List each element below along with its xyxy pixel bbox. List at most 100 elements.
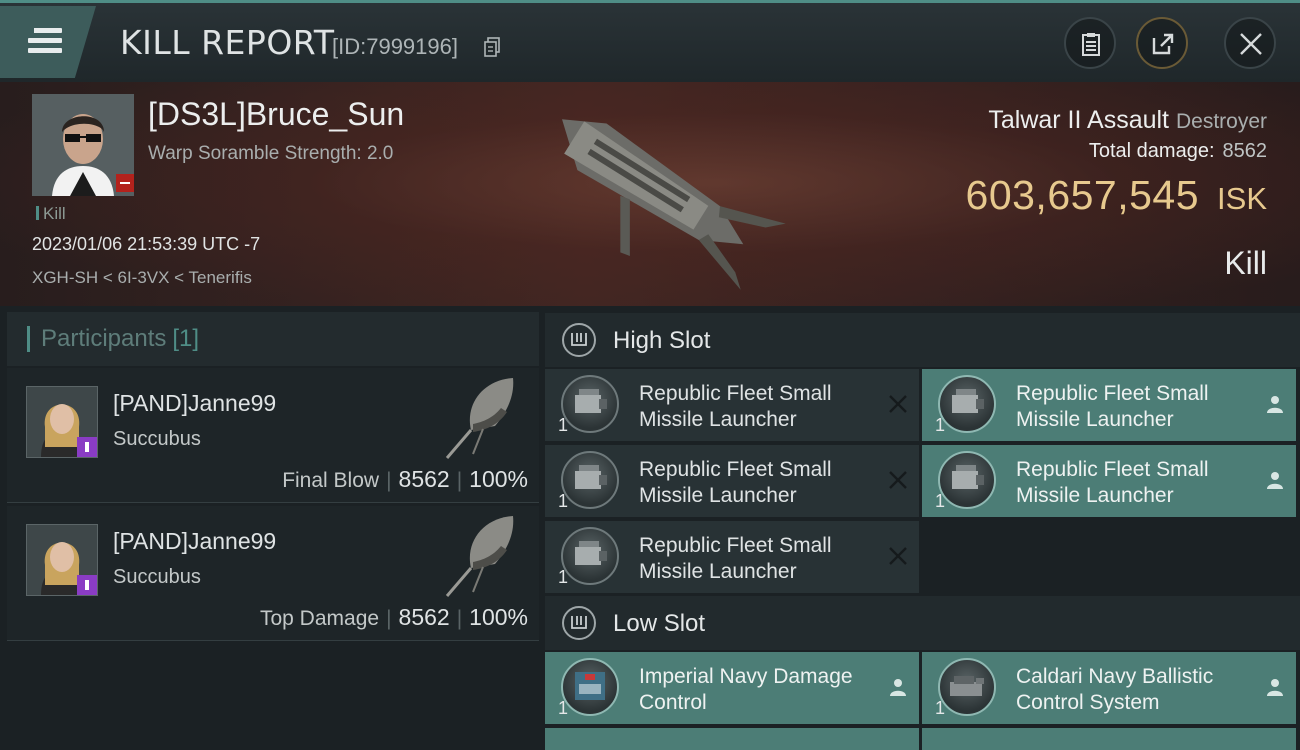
- participant-percent: 100%: [469, 466, 528, 492]
- module-quantity: 1: [558, 415, 569, 435]
- destroyed-icon: [889, 471, 907, 489]
- participant-row[interactable]: [PAND]Janne99 Succubus Final Blow | 8562 | 1…: [7, 368, 539, 503]
- module-name: Republic Fleet Small Missile Launcher: [639, 534, 832, 583]
- menu-button[interactable]: [0, 6, 96, 78]
- module-quantity: 1: [558, 698, 569, 718]
- participants-title: Participants [1]: [41, 325, 199, 353]
- destroyed-icon: [889, 547, 907, 565]
- participant-damage: 8562: [398, 466, 450, 492]
- victim-ship-image: [562, 119, 786, 290]
- participants-marker: [27, 326, 30, 352]
- missile-launcher-icon: [561, 375, 619, 433]
- share-icon: [1152, 33, 1174, 55]
- module-item[interactable]: 1 Republic Fleet Small Missile Launcher: [922, 369, 1296, 441]
- participant-ship: Succubus: [113, 428, 201, 450]
- participant-row[interactable]: [PAND]Janne99 Succubus Top Damage | 8562 | 1…: [7, 506, 539, 641]
- module-item[interactable]: 1 Caldari Navy Ballistic Control System: [922, 652, 1296, 724]
- participant-role: Top Damage: [259, 607, 380, 630]
- ship-class: Destroyer: [1175, 110, 1267, 133]
- participants-label: Participants: [41, 325, 167, 352]
- missile-launcher-icon: [561, 527, 619, 585]
- module-name: Republic Fleet Small Missile Launcher: [639, 382, 832, 431]
- high-slot-header: High Slot: [545, 313, 1300, 367]
- participant-avatar[interactable]: [26, 524, 98, 596]
- isk-unit: ISK: [1217, 181, 1267, 216]
- participant-role: Final Blow: [282, 469, 380, 492]
- warp-scramble-strength: Warp Soramble Strength: 2.0: [148, 143, 394, 164]
- module-item[interactable]: 1 Republic Fleet Small Missile Launcher: [545, 369, 919, 441]
- module-item[interactable]: 1 Imperial Navy Damage Control: [545, 652, 919, 724]
- isk-amount: 603,657,545: [965, 172, 1200, 218]
- participants-header: Participants [1]: [7, 312, 539, 366]
- participant-badge-icon: [77, 575, 97, 595]
- page-title: KILL REPORT: [120, 23, 335, 62]
- participant-name[interactable]: [PAND]Janne99: [113, 528, 276, 555]
- ballistic-control-icon: [938, 658, 996, 716]
- ship-name: Talwar II Assault: [988, 106, 1170, 134]
- low-slot-header: Low Slot: [545, 596, 1300, 650]
- dropped-person-icon: [1267, 472, 1283, 489]
- kill-location: XGH-SH < 6I-3VX < Tenerifis: [32, 268, 252, 287]
- clipboard-button[interactable]: [1064, 17, 1116, 69]
- hamburger-icon-gap: [28, 28, 34, 33]
- report-id: [ID:7999196]: [332, 34, 458, 59]
- participant-avatar[interactable]: [26, 386, 98, 458]
- participant-percent: 100%: [469, 604, 528, 630]
- module-name: Imperial Navy Damage Control: [639, 665, 853, 714]
- participants-count: [1]: [172, 325, 200, 352]
- low-slot-icon: [562, 606, 596, 640]
- module-name: Republic Fleet Small Missile Launcher: [639, 458, 832, 507]
- succubus-ship-icon: [445, 378, 514, 459]
- missile-launcher-icon: [561, 451, 619, 509]
- victim-name[interactable]: [DS3L]Bruce_Sun: [148, 96, 404, 133]
- dropped-person-icon: [1267, 679, 1283, 696]
- module-name: Caldari Navy Ballistic Control System: [1016, 665, 1214, 714]
- hamburger-icon-line: [28, 48, 62, 53]
- copy-icon[interactable]: [484, 37, 500, 57]
- kill-result: Kill: [1224, 245, 1267, 281]
- isk-value: 603,657,545 ISK: [966, 172, 1267, 219]
- module-quantity: 1: [558, 491, 569, 511]
- module-quantity: 1: [935, 415, 946, 435]
- dropped-person-icon: [890, 679, 906, 696]
- high-slot-label: High Slot: [613, 327, 711, 354]
- missile-launcher-icon: [938, 451, 996, 509]
- hostile-badge-icon: [116, 174, 134, 192]
- module-quantity: 1: [935, 491, 946, 511]
- module-name: Republic Fleet Small Missile Launcher: [1016, 458, 1209, 507]
- kill-time: 2023/01/06 21:53:39 UTC -7: [32, 234, 261, 254]
- module-quantity: 1: [935, 698, 946, 718]
- module-item-partial[interactable]: [922, 728, 1296, 750]
- module-item[interactable]: 1 Republic Fleet Small Missile Launcher: [545, 445, 919, 517]
- close-icon: [1240, 33, 1262, 55]
- total-damage-value: 8562: [1222, 140, 1268, 162]
- participant-ship: Succubus: [113, 566, 201, 588]
- ship-type: Talwar II Assault Destroyer: [988, 106, 1267, 135]
- low-slot-label: Low Slot: [613, 610, 706, 637]
- participant-stats: Final Blow | 8562 | 100%: [282, 466, 528, 492]
- dropped-person-icon: [1267, 396, 1283, 413]
- participant-damage: 8562: [398, 604, 450, 630]
- participant-stats: Top Damage | 8562 | 100%: [259, 604, 528, 630]
- total-damage: Total damage: 8562: [1089, 140, 1267, 163]
- top-bar: KILL REPORT [ID:7999196]: [0, 0, 1300, 82]
- module-quantity: 1: [558, 567, 569, 587]
- kill-tag-label: Kill: [43, 204, 66, 223]
- destroyed-icon: [889, 395, 907, 413]
- total-damage-label: Total damage:: [1088, 140, 1215, 162]
- participant-name[interactable]: [PAND]Janne99: [113, 390, 276, 417]
- missile-launcher-icon: [938, 375, 996, 433]
- succubus-ship-icon: [445, 516, 514, 597]
- clipboard-icon: [1082, 33, 1100, 56]
- victim-banner: [DS3L]Bruce_Sun Warp Soramble Strength: …: [0, 82, 1300, 306]
- module-item-partial[interactable]: [545, 728, 919, 750]
- hamburger-icon-line: [28, 38, 62, 43]
- share-button[interactable]: [1136, 17, 1188, 69]
- high-slot-icon: [562, 323, 596, 357]
- kill-tag: Kill: [36, 204, 66, 224]
- damage-control-icon: [561, 658, 619, 716]
- module-item[interactable]: 1 Republic Fleet Small Missile Launcher: [545, 521, 919, 593]
- close-button[interactable]: [1224, 17, 1276, 69]
- module-name: Republic Fleet Small Missile Launcher: [1016, 382, 1209, 431]
- module-item[interactable]: 1 Republic Fleet Small Missile Launcher: [922, 445, 1296, 517]
